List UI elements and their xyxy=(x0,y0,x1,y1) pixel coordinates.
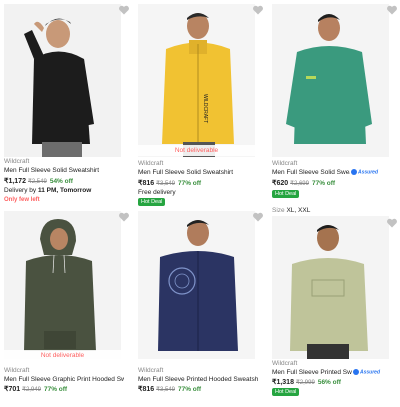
brand-name: Wildcraft xyxy=(138,367,164,374)
model-photo xyxy=(272,216,389,359)
product-image[interactable] xyxy=(272,216,389,359)
product-title[interactable]: Men Full Sleeve Printed Sweatshirt xyxy=(272,369,352,376)
price-line: ₹1,318 ₹2,999 56% off xyxy=(272,378,341,386)
model-photo xyxy=(272,4,389,157)
delivery-info: Delivery by 11 PM, Tomorrow xyxy=(4,187,91,194)
price-line: ₹816 ₹3,549 77% off xyxy=(138,179,201,187)
svg-text:WILDCRAFT: WILDCRAFT xyxy=(202,94,208,123)
product-image[interactable]: WILDCRAFT xyxy=(138,4,255,157)
price: ₹816 xyxy=(138,386,155,393)
product-card[interactable]: Size XL, XXL Wildcraft Men Full Sleeve P… xyxy=(268,207,400,407)
price: ₹1,172 xyxy=(4,178,26,185)
product-image[interactable] xyxy=(138,211,255,359)
price-line: ₹1,172 ₹2,549 54% off xyxy=(4,177,73,185)
sizes-label: Size xyxy=(272,207,285,214)
discount: 77% off xyxy=(43,386,68,393)
urgency-label: Only few left xyxy=(4,197,40,203)
assured-label: Assured xyxy=(360,369,381,376)
product-title[interactable]: Men Full Sleeve Solid Sweatshirt xyxy=(138,169,258,176)
product-card[interactable]: Not deliverable Wildcraft Men Full Sleev… xyxy=(0,207,133,407)
discount: 77% off xyxy=(311,180,336,187)
price-line: ₹620 ₹2,699 77% off xyxy=(272,179,335,187)
mrp: ₹3,549 xyxy=(156,181,175,187)
mrp: ₹2,699 xyxy=(290,181,309,187)
model-photo xyxy=(138,211,255,359)
product-title[interactable]: Men Full Sleeve Graphic Print Hooded Swe… xyxy=(4,376,124,383)
price: ₹620 xyxy=(272,180,289,187)
not-deliverable-label: Not deliverable xyxy=(138,145,255,156)
discount: 77% off xyxy=(177,180,202,187)
not-deliverable-label: Not deliverable xyxy=(4,350,121,361)
brand-name: Wildcraft xyxy=(4,158,30,165)
product-image[interactable] xyxy=(272,4,389,157)
mrp: ₹3,549 xyxy=(156,387,175,393)
model-photo xyxy=(4,211,121,359)
discount: 77% off xyxy=(177,386,202,393)
discount: 54% off xyxy=(49,178,73,185)
product-card[interactable]: WILDCRAFT Not deliverable Wildcraft Men … xyxy=(134,0,267,206)
assured-badge: Assured xyxy=(353,369,380,375)
product-image[interactable] xyxy=(4,211,121,359)
delivery-info: Free delivery xyxy=(138,189,176,196)
product-image[interactable] xyxy=(4,4,121,157)
brand-name: Wildcraft xyxy=(272,160,298,167)
heart-icon[interactable] xyxy=(386,4,398,16)
product-card[interactable]: Wildcraft Men Full Sleeve Solid Sweatshi… xyxy=(268,0,400,200)
hot-deal-badge: Hot Deal xyxy=(272,388,300,396)
heart-icon[interactable] xyxy=(252,211,264,223)
heart-icon[interactable] xyxy=(252,4,264,16)
price: ₹1,318 xyxy=(272,379,294,386)
assured-icon xyxy=(353,369,359,375)
model-photo xyxy=(4,4,121,157)
assured-label: Assured xyxy=(358,169,379,176)
heart-icon[interactable] xyxy=(118,211,130,223)
sizes-value: XL, XXL xyxy=(286,207,311,214)
price-line: ₹816 ₹3,549 77% off xyxy=(138,385,201,393)
assured-badge: Assured xyxy=(351,169,378,175)
assured-icon xyxy=(351,169,357,175)
product-title[interactable]: Men Full Sleeve Printed Hooded Sweatshir… xyxy=(138,376,258,383)
hot-deal-badge: Hot Deal xyxy=(272,190,300,198)
heart-icon[interactable] xyxy=(386,217,398,229)
brand-name: Wildcraft xyxy=(272,360,298,367)
product-title[interactable]: Men Full Sleeve Solid Sweatshirt xyxy=(4,167,124,174)
product-grid: Wildcraft Men Full Sleeve Solid Sweatshi… xyxy=(0,0,400,397)
hot-deal-badge: Hot Deal xyxy=(138,198,166,206)
model-photo: WILDCRAFT xyxy=(138,4,255,157)
price: ₹816 xyxy=(138,180,155,187)
mrp: ₹2,999 xyxy=(295,380,315,386)
heart-icon[interactable] xyxy=(118,4,130,16)
available-sizes: Size XL, XXL xyxy=(272,207,310,214)
discount: 56% off xyxy=(317,379,341,386)
delivery-time: 11 PM, Tomorrow xyxy=(37,187,92,194)
mrp: ₹2,949 xyxy=(22,387,41,393)
mrp: ₹2,549 xyxy=(27,179,47,185)
product-title[interactable]: Men Full Sleeve Solid Sweatshirt xyxy=(272,169,350,176)
brand-name: Wildcraft xyxy=(138,160,164,167)
delivery-prefix: Delivery by xyxy=(4,187,37,194)
product-card[interactable]: Wildcraft Men Full Sleeve Solid Sweatshi… xyxy=(0,0,133,203)
price-line: ₹701 ₹2,949 77% off xyxy=(4,385,67,393)
product-card[interactable]: Wildcraft Men Full Sleeve Printed Hooded… xyxy=(134,207,267,407)
price: ₹701 xyxy=(4,386,21,393)
brand-name: Wildcraft xyxy=(4,367,30,374)
